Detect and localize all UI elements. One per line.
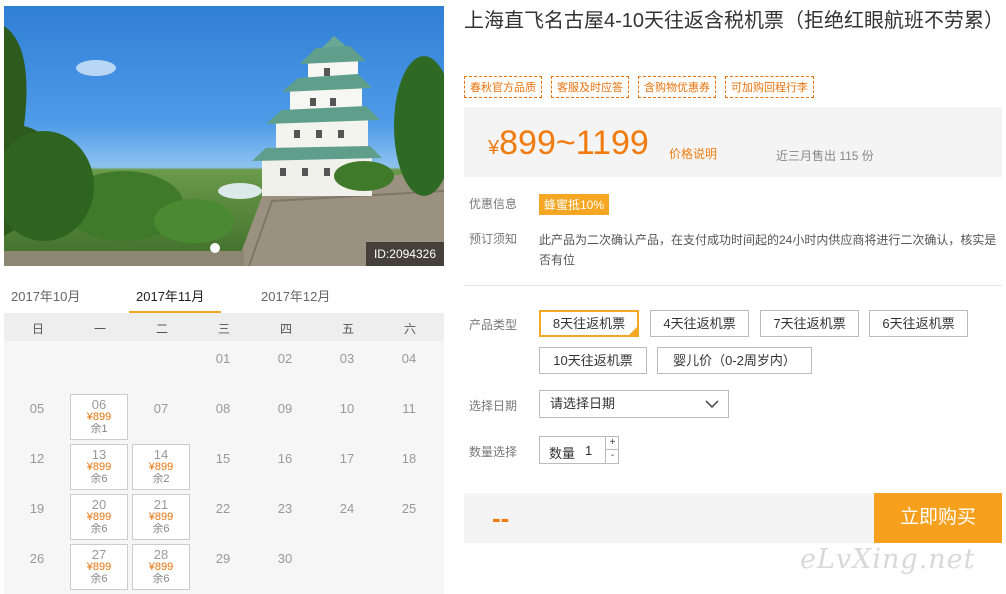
feature-tag: 客服及时应答 [551, 76, 629, 98]
feature-tag: 可加购回程行李 [725, 76, 814, 98]
calendar-day: 04 [401, 351, 417, 366]
calendar-day: 15 [215, 451, 231, 466]
calendar-day: 18 [401, 451, 417, 466]
qty-value[interactable]: 1 [585, 443, 592, 458]
option-8-day-ticket[interactable]: 8天往返机票 ✓ [539, 310, 639, 337]
price-panel: ¥899~1199 价格说明 近三月售出 115 份 [464, 107, 1002, 177]
month-tabs: 2017年10月 2017年11月 2017年12月 [4, 282, 444, 314]
calendar-day: 29 [215, 551, 231, 566]
calendar-day-available[interactable]: 13 ¥899 余6 [70, 444, 128, 490]
feature-tags: 春秋官方品质 客服及时应答 含购物优惠券 可加购回程行李 [464, 76, 823, 98]
buy-now-button[interactable]: 立即购买 [874, 493, 1002, 543]
tab-month-oct[interactable]: 2017年10月 [11, 286, 80, 305]
date-select[interactable]: 请选择日期 [539, 390, 729, 418]
option-label: 6天往返机票 [882, 316, 955, 331]
price-explanation-link[interactable]: 价格说明 [669, 145, 717, 162]
calendar-day: 03 [339, 351, 355, 366]
calendar-day: 23 [277, 501, 293, 516]
calendar-day-available[interactable]: 06 ¥899 余1 [70, 394, 128, 440]
date-label: 选择日期 [469, 399, 518, 413]
calendar-day: 02 [277, 351, 293, 366]
watermark: eLvXing.net [800, 544, 976, 575]
calendar-day: 11 [402, 401, 416, 416]
weekday-label: 五 [341, 322, 354, 336]
calendar-day: 22 [215, 501, 231, 516]
option-label: 4天往返机票 [663, 316, 736, 331]
option-label: 7天往返机票 [773, 316, 846, 331]
option-7-day-ticket[interactable]: 7天往返机票 [760, 310, 859, 337]
calendar-day: 24 [339, 501, 355, 516]
weekday-label: 三 [217, 322, 230, 336]
qty-decrease-button[interactable]: - [605, 450, 619, 463]
tab-month-dec[interactable]: 2017年12月 [261, 286, 330, 305]
option-label: 8天往返机票 [552, 316, 626, 331]
calendar-day: 12 [29, 451, 45, 466]
option-label: 婴儿价（0-2周岁内） [673, 353, 796, 368]
calendar-day: 10 [339, 401, 355, 416]
calendar-day: 19 [29, 501, 45, 516]
notice-text: 此产品为二次确认产品，在支付成功时间起的24小时内供应商将进行二次确认，核实是否… [539, 233, 997, 267]
calendar-day: 26 [29, 551, 45, 566]
calendar-grid: 日 一 二 三 四 五 六 01 02 03 04 05 06 ¥899 余1 07… [4, 313, 444, 594]
calendar-day: 16 [277, 451, 293, 466]
calendar-day: 05 [29, 401, 45, 416]
weekday-label: 日 [31, 322, 44, 336]
option-10-day-ticket[interactable]: 10天往返机票 [539, 347, 647, 374]
feature-tag: 春秋官方品质 [464, 76, 542, 98]
calendar-day: 07 [153, 401, 169, 416]
quantity-stepper: 数量 1 + - [539, 436, 619, 464]
price-range: ¥899~1199 [488, 124, 649, 163]
date-select-value: 请选择日期 [550, 396, 616, 411]
calendar-day-available[interactable]: 27 ¥899 余6 [70, 544, 128, 590]
option-label: 10天往返机票 [553, 353, 633, 368]
currency-symbol: ¥ [488, 137, 500, 159]
weekday-label: 一 [93, 322, 106, 336]
calendar-day: 09 [277, 401, 293, 416]
weekday-label: 四 [279, 322, 292, 336]
qty-text: 数量 [549, 446, 576, 461]
calendar-day: 08 [215, 401, 231, 416]
calendar-day-available[interactable]: 20 ¥899 余6 [70, 494, 128, 540]
notice-label: 预订须知 [469, 232, 518, 246]
photo-id-label: ID:2094326 [365, 242, 444, 266]
calendar-day: 01 [215, 351, 231, 366]
option-infant-price[interactable]: 婴儿价（0-2周岁内） [657, 347, 812, 374]
calendar-day-available[interactable]: 21 ¥899 余6 [132, 494, 190, 540]
product-photo[interactable]: ID:2094326 [4, 6, 444, 266]
promo-label: 优惠信息 [469, 197, 518, 211]
carousel-dot[interactable] [210, 243, 220, 253]
castle-illustration [4, 26, 444, 266]
qty-increase-button[interactable]: + [605, 437, 619, 450]
option-6-day-ticket[interactable]: 6天往返机票 [869, 310, 968, 337]
calendar-day: 25 [401, 501, 417, 516]
promo-badge: 蜂蜜抵10% [539, 194, 610, 215]
sold-count: 近三月售出 115 份 [776, 149, 874, 163]
price-value: 899~1199 [499, 124, 649, 162]
chevron-down-icon [705, 400, 719, 409]
option-4-day-ticket[interactable]: 4天往返机票 [650, 310, 749, 337]
tab-month-nov[interactable]: 2017年11月 [136, 286, 204, 305]
calendar-day-available[interactable]: 14 ¥899 余2 [132, 444, 190, 490]
calendar-day-available[interactable]: 28 ¥899 余6 [132, 544, 190, 590]
feature-tag: 含购物优惠券 [638, 76, 716, 98]
calendar-day: 17 [339, 451, 355, 466]
check-icon: ✓ [630, 320, 637, 329]
total-price: -- [492, 503, 510, 533]
qty-label: 数量选择 [469, 445, 518, 459]
weekday-label: 二 [155, 322, 168, 336]
type-label: 产品类型 [469, 318, 518, 332]
weekday-label: 六 [403, 322, 416, 336]
calendar-day: 30 [277, 551, 293, 566]
weekday-header: 日 一 二 三 四 五 六 [4, 313, 444, 341]
product-title: 上海直飞名古屋4-10天往返含税机票（拒绝红眼航班不劳累） [464, 10, 1005, 32]
divider [464, 285, 1002, 286]
